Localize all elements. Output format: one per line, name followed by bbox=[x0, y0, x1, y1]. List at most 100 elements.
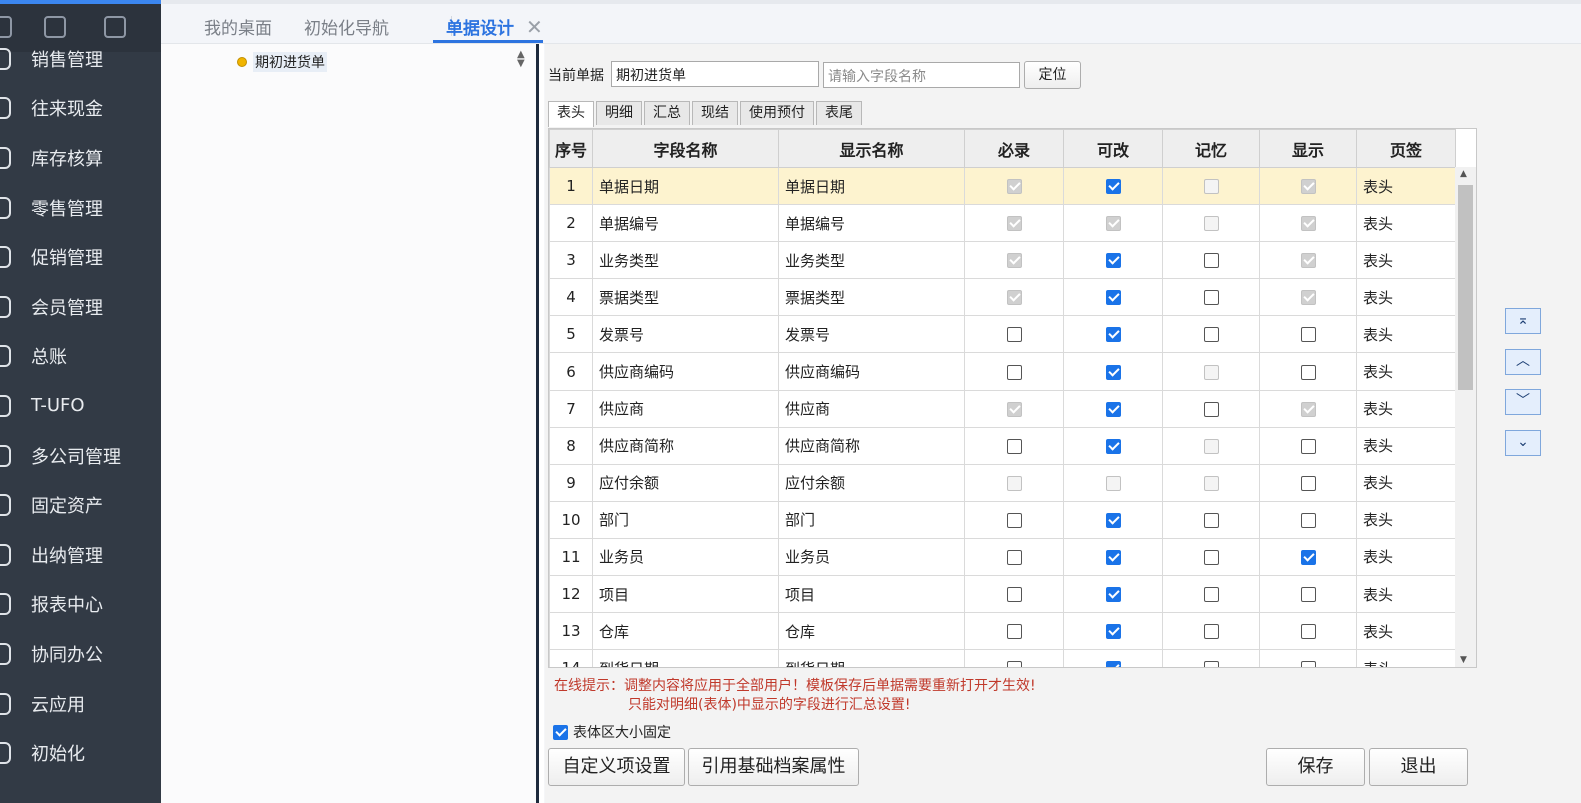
tab-bill-design[interactable]: 单据设计 ✕ bbox=[446, 14, 543, 39]
new-window-icon[interactable] bbox=[104, 16, 126, 38]
edit-checkbox[interactable] bbox=[1105, 327, 1121, 343]
table-row[interactable]: 4 票据类型 票据类型 表头 bbox=[549, 278, 1456, 317]
mem-checkbox[interactable] bbox=[1203, 661, 1219, 667]
req-checkbox[interactable] bbox=[1006, 327, 1022, 343]
save-button[interactable]: 保存 bbox=[1266, 748, 1365, 786]
mem-checkbox[interactable] bbox=[1203, 624, 1219, 640]
mem-checkbox[interactable] bbox=[1203, 549, 1219, 565]
table-row[interactable]: 2 单据编号 单据编号 表头 bbox=[549, 204, 1456, 243]
req-checkbox[interactable] bbox=[1006, 661, 1022, 667]
show-checkbox[interactable] bbox=[1300, 512, 1316, 528]
table-row[interactable]: 14到货日期到货日期表头 bbox=[549, 649, 1456, 667]
req-checkbox[interactable] bbox=[1006, 438, 1022, 454]
tab-init-nav[interactable]: 初始化导航 bbox=[304, 14, 389, 39]
show-checkbox[interactable] bbox=[1300, 327, 1316, 343]
column-header[interactable]: 显示 bbox=[1259, 129, 1357, 168]
table-row[interactable]: 10 部门 部门 表头 bbox=[549, 500, 1456, 539]
show-checkbox[interactable] bbox=[1300, 587, 1316, 603]
quit-button[interactable]: 退出 bbox=[1369, 748, 1468, 786]
table-cell bbox=[1063, 278, 1163, 317]
section-tab[interactable]: 现结 bbox=[692, 101, 738, 125]
grid-scrollbar[interactable]: ▲ ▼ bbox=[1455, 167, 1476, 667]
req-checkbox[interactable] bbox=[1006, 549, 1022, 565]
scroll-down-icon[interactable]: ▼ bbox=[1460, 655, 1467, 665]
column-header[interactable]: 必录 bbox=[964, 129, 1064, 168]
section-tab[interactable]: 使用预付 bbox=[740, 101, 814, 125]
current-bill-field[interactable]: 期初进货单 bbox=[611, 61, 819, 87]
tree-node[interactable]: 期初进货单 bbox=[237, 52, 327, 72]
move-top-button[interactable]: ⌅ bbox=[1505, 308, 1541, 334]
show-checkbox[interactable] bbox=[1300, 624, 1316, 640]
column-header[interactable]: 页签 bbox=[1356, 129, 1456, 168]
table-row[interactable]: 6 供应商编码 供应商编码 表头 bbox=[549, 352, 1456, 391]
column-header[interactable]: 可改 bbox=[1063, 129, 1163, 168]
mem-checkbox[interactable] bbox=[1203, 587, 1219, 603]
fixed-size-checkbox[interactable] bbox=[553, 724, 568, 740]
table-row[interactable]: 12 项目 项目 表头 bbox=[549, 575, 1456, 614]
table-row[interactable]: 13 仓库 仓库 表头 bbox=[549, 612, 1456, 651]
edit-checkbox[interactable] bbox=[1105, 364, 1121, 380]
edit-checkbox[interactable] bbox=[1105, 549, 1121, 565]
table-row[interactable]: 1 单据日期 单据日期 表头 bbox=[549, 166, 1456, 206]
current-bill-label: 当前单据 bbox=[548, 68, 604, 84]
section-tab[interactable]: 明细 bbox=[596, 101, 642, 125]
edit-checkbox[interactable] bbox=[1105, 179, 1121, 195]
table-row[interactable]: 8 供应商简称 供应商简称 表头 bbox=[549, 426, 1456, 465]
mem-checkbox bbox=[1203, 179, 1219, 195]
show-checkbox[interactable] bbox=[1300, 475, 1316, 491]
mem-checkbox[interactable] bbox=[1203, 290, 1219, 306]
move-bottom-button[interactable]: ⌄ bbox=[1505, 430, 1541, 456]
section-tab[interactable]: 汇总 bbox=[644, 101, 690, 125]
custom-items-button[interactable]: 自定义项设置 bbox=[548, 748, 685, 786]
column-header[interactable]: 序号 bbox=[549, 129, 593, 168]
table-row[interactable]: 3 业务类型 业务类型 表头 bbox=[549, 241, 1456, 280]
show-checkbox[interactable] bbox=[1300, 364, 1316, 380]
move-up-button[interactable]: ︿ bbox=[1505, 349, 1541, 375]
section-tab[interactable]: 表尾 bbox=[816, 101, 862, 125]
mem-checkbox[interactable] bbox=[1203, 253, 1219, 269]
field-search-input[interactable]: 请输入字段名称 bbox=[823, 62, 1020, 88]
show-checkbox[interactable] bbox=[1300, 549, 1316, 565]
column-header[interactable]: 字段名称 bbox=[592, 129, 779, 168]
show-checkbox[interactable] bbox=[1300, 438, 1316, 454]
column-header[interactable]: 记忆 bbox=[1162, 129, 1260, 168]
edit-checkbox[interactable] bbox=[1105, 290, 1121, 306]
tab-label: 初始化导航 bbox=[304, 19, 389, 39]
table-row[interactable]: 5 发票号 发票号 表头 bbox=[549, 315, 1456, 354]
edit-checkbox[interactable] bbox=[1105, 624, 1121, 640]
edit-checkbox[interactable] bbox=[1105, 401, 1121, 417]
close-icon[interactable]: ✕ bbox=[526, 15, 543, 39]
table-row[interactable]: 9 应付余额 应付余额 表头 bbox=[549, 463, 1456, 502]
edit-checkbox[interactable] bbox=[1105, 661, 1121, 667]
table-row[interactable]: 11 业务员 业务员 表头 bbox=[549, 537, 1456, 577]
table-cell bbox=[1063, 204, 1163, 243]
tab-desktop[interactable]: 我的桌面 bbox=[204, 14, 272, 39]
spinner-icon[interactable]: ▲ ▼ bbox=[517, 50, 525, 69]
scroll-thumb[interactable] bbox=[1458, 185, 1473, 390]
locate-button[interactable]: 定位 bbox=[1024, 61, 1081, 89]
req-checkbox[interactable] bbox=[1006, 364, 1022, 380]
req-checkbox[interactable] bbox=[1006, 624, 1022, 640]
column-header[interactable]: 显示名称 bbox=[778, 129, 965, 168]
menu-icon[interactable] bbox=[0, 16, 12, 38]
splitter[interactable] bbox=[536, 44, 544, 803]
req-checkbox[interactable] bbox=[1006, 587, 1022, 603]
table-row[interactable]: 7 供应商 供应商 表头 bbox=[549, 389, 1456, 428]
edit-checkbox[interactable] bbox=[1105, 253, 1121, 269]
fixed-size-option[interactable]: 表体区大小固定 bbox=[553, 722, 671, 742]
move-down-button[interactable]: ﹀ bbox=[1505, 389, 1541, 415]
edit-checkbox[interactable] bbox=[1105, 587, 1121, 603]
mem-checkbox[interactable] bbox=[1203, 401, 1219, 417]
ref-archive-button[interactable]: 引用基础档案属性 bbox=[688, 748, 859, 786]
show-checkbox[interactable] bbox=[1300, 661, 1316, 667]
scroll-up-icon[interactable]: ▲ bbox=[1460, 169, 1467, 179]
table-cell bbox=[1063, 463, 1163, 502]
table-cell bbox=[964, 315, 1064, 354]
mem-checkbox[interactable] bbox=[1203, 512, 1219, 528]
search-icon[interactable] bbox=[44, 16, 66, 38]
section-tab[interactable]: 表头 bbox=[548, 101, 594, 127]
mem-checkbox[interactable] bbox=[1203, 327, 1219, 343]
edit-checkbox[interactable] bbox=[1105, 438, 1121, 454]
req-checkbox[interactable] bbox=[1006, 512, 1022, 528]
edit-checkbox[interactable] bbox=[1105, 512, 1121, 528]
